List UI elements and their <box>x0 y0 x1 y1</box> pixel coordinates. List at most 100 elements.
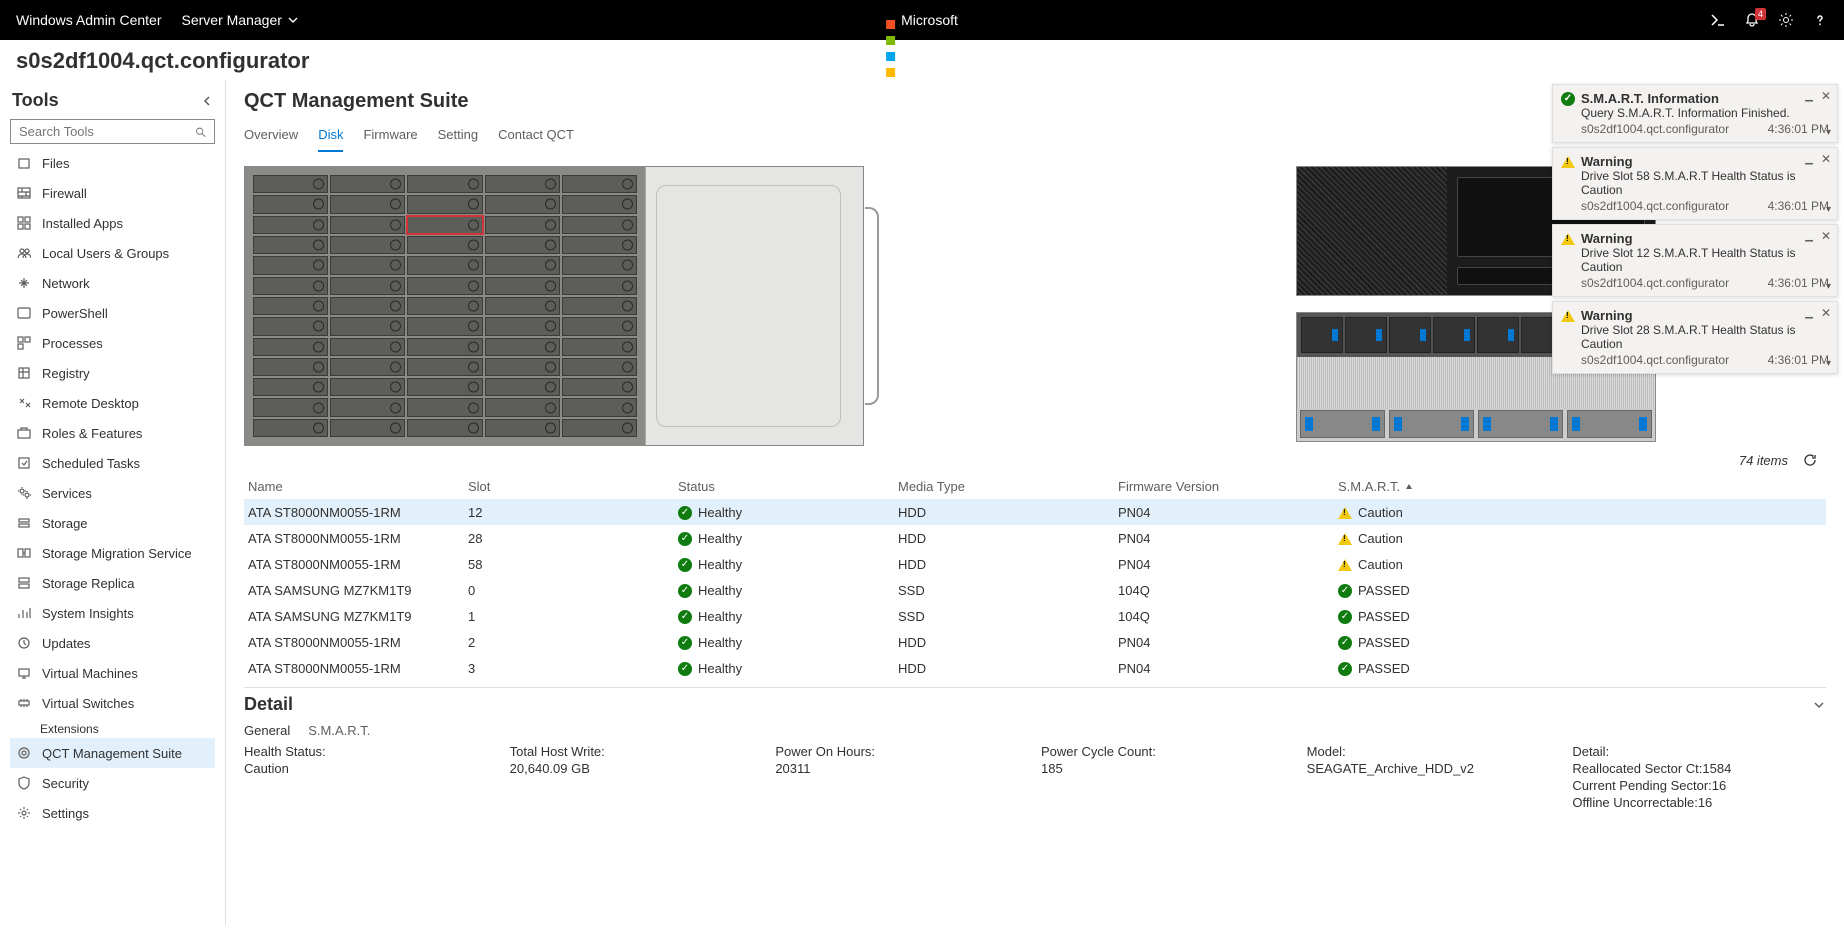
drive-bay[interactable] <box>562 297 637 315</box>
drive-bay[interactable] <box>485 317 560 335</box>
drive-bay[interactable] <box>562 175 637 193</box>
help-icon[interactable] <box>1812 12 1828 28</box>
sidebar-item-virtual-machines[interactable]: Virtual Machines <box>10 658 215 688</box>
drive-bay[interactable] <box>330 236 405 254</box>
sidebar-item-remote-desktop[interactable]: Remote Desktop <box>10 388 215 418</box>
sidebar-item-registry[interactable]: Registry <box>10 358 215 388</box>
drive-bay[interactable] <box>562 378 637 396</box>
table-row[interactable]: ATA ST8000NM0055-1RM58HealthyHDDPN04Caut… <box>244 551 1826 577</box>
notification-expand-icon[interactable]: ▾ <box>1826 358 1831 369</box>
tools-search[interactable] <box>10 119 215 144</box>
drive-bay[interactable] <box>253 195 328 213</box>
sidebar-item-storage-migration-service[interactable]: Storage Migration Service <box>10 538 215 568</box>
column-header-s-m-a-r-t-[interactable]: S.M.A.R.T. <box>1338 479 1822 494</box>
notification-toast[interactable]: ▁✕WarningDrive Slot 12 S.M.A.R.T Health … <box>1552 224 1838 297</box>
column-header-slot[interactable]: Slot <box>468 479 678 494</box>
drive-bay[interactable] <box>330 195 405 213</box>
sidebar-item-network[interactable]: Network <box>10 268 215 298</box>
tab-disk[interactable]: Disk <box>318 121 343 152</box>
table-row[interactable]: ATA SAMSUNG MZ7KM1T91HealthySSD104QPASSE… <box>244 603 1826 629</box>
drive-bay[interactable] <box>407 338 482 356</box>
column-header-status[interactable]: Status <box>678 479 898 494</box>
notification-expand-icon[interactable]: ▾ <box>1826 204 1831 215</box>
sidebar-item-updates[interactable]: Updates <box>10 628 215 658</box>
drive-bay[interactable] <box>485 236 560 254</box>
drive-bay[interactable] <box>407 398 482 416</box>
settings-gear-icon[interactable] <box>1778 12 1794 28</box>
drive-bay[interactable] <box>407 175 482 193</box>
notification-close-icon[interactable]: ✕ <box>1821 89 1831 103</box>
table-row[interactable]: ATA ST8000NM0055-1RM2HealthyHDDPN04PASSE… <box>244 629 1826 655</box>
drive-bay[interactable] <box>562 419 637 437</box>
drive-bay[interactable] <box>330 297 405 315</box>
drive-bay[interactable] <box>407 378 482 396</box>
sidebar-item-firewall[interactable]: Firewall <box>10 178 215 208</box>
console-icon[interactable] <box>1710 12 1726 28</box>
drive-bay[interactable] <box>407 277 482 295</box>
tab-overview[interactable]: Overview <box>244 121 298 152</box>
drive-bay[interactable] <box>253 378 328 396</box>
drive-bay[interactable] <box>253 256 328 274</box>
table-header[interactable]: NameSlotStatusMedia TypeFirmware Version… <box>244 474 1826 499</box>
sidebar-item-security[interactable]: Security <box>10 768 215 798</box>
detail-tab-s-m-a-r-t-[interactable]: S.M.A.R.T. <box>308 723 370 738</box>
tab-contact-qct[interactable]: Contact QCT <box>498 121 574 152</box>
notification-minimize-icon[interactable]: ▁ <box>1805 91 1813 102</box>
drive-bay[interactable] <box>407 216 482 234</box>
notification-minimize-icon[interactable]: ▁ <box>1805 308 1813 319</box>
drive-bay[interactable] <box>562 256 637 274</box>
context-dropdown[interactable]: Server Manager <box>182 12 298 28</box>
drive-bay[interactable] <box>253 216 328 234</box>
sidebar-item-storage-replica[interactable]: Storage Replica <box>10 568 215 598</box>
table-row[interactable]: ATA SAMSUNG MZ7KM1T90HealthySSD104QPASSE… <box>244 577 1826 603</box>
drive-bay[interactable] <box>485 175 560 193</box>
drive-bay[interactable] <box>485 398 560 416</box>
notification-minimize-icon[interactable]: ▁ <box>1805 231 1813 242</box>
notification-close-icon[interactable]: ✕ <box>1821 306 1831 320</box>
sidebar-item-settings[interactable]: Settings <box>10 798 215 828</box>
notification-toast[interactable]: ▁✕WarningDrive Slot 28 S.M.A.R.T Health … <box>1552 301 1838 374</box>
collapse-icon[interactable] <box>201 95 213 107</box>
drive-bay[interactable] <box>330 216 405 234</box>
drive-bay[interactable] <box>330 398 405 416</box>
notification-expand-icon[interactable]: ▾ <box>1826 281 1831 292</box>
notification-toast[interactable]: ▁✕S.M.A.R.T. InformationQuery S.M.A.R.T.… <box>1552 84 1838 143</box>
column-header-firmware-version[interactable]: Firmware Version <box>1118 479 1338 494</box>
drive-bay[interactable] <box>562 195 637 213</box>
tools-list[interactable]: FilesFirewallInstalled AppsLocal Users &… <box>10 148 215 919</box>
drive-bay[interactable] <box>253 175 328 193</box>
sidebar-item-virtual-switches[interactable]: Virtual Switches <box>10 688 215 718</box>
sidebar-item-scheduled-tasks[interactable]: Scheduled Tasks <box>10 448 215 478</box>
drive-bay[interactable] <box>485 338 560 356</box>
tab-setting[interactable]: Setting <box>438 121 478 152</box>
drive-bay[interactable] <box>330 378 405 396</box>
detail-collapse-icon[interactable] <box>1812 698 1826 712</box>
chassis-diagram[interactable] <box>244 166 864 446</box>
drive-bay[interactable] <box>253 358 328 376</box>
sidebar-item-roles-features[interactable]: Roles & Features <box>10 418 215 448</box>
drive-bay[interactable] <box>407 256 482 274</box>
drive-bay[interactable] <box>330 358 405 376</box>
drive-bay[interactable] <box>485 256 560 274</box>
column-header-name[interactable]: Name <box>248 479 468 494</box>
sidebar-item-installed-apps[interactable]: Installed Apps <box>10 208 215 238</box>
sidebar-item-files[interactable]: Files <box>10 148 215 178</box>
drive-bay[interactable] <box>485 297 560 315</box>
tools-search-input[interactable] <box>19 124 195 139</box>
notification-minimize-icon[interactable]: ▁ <box>1805 154 1813 165</box>
table-row[interactable]: ATA ST8000NM0055-1RM28HealthyHDDPN04Caut… <box>244 525 1826 551</box>
drive-bay[interactable] <box>407 297 482 315</box>
drive-bay[interactable] <box>407 317 482 335</box>
drive-bay[interactable] <box>253 277 328 295</box>
drive-bay[interactable] <box>407 419 482 437</box>
sidebar-item-qct-management-suite[interactable]: QCT Management Suite <box>10 738 215 768</box>
sidebar-item-local-users-groups[interactable]: Local Users & Groups <box>10 238 215 268</box>
notification-close-icon[interactable]: ✕ <box>1821 152 1831 166</box>
drive-bay[interactable] <box>562 216 637 234</box>
drive-bay[interactable] <box>407 195 482 213</box>
refresh-icon[interactable] <box>1802 452 1818 468</box>
column-header-media-type[interactable]: Media Type <box>898 479 1118 494</box>
drive-bay[interactable] <box>330 419 405 437</box>
table-row[interactable]: ATA ST8000NM0055-1RM12HealthyHDDPN04Caut… <box>244 499 1826 525</box>
drive-bay[interactable] <box>330 338 405 356</box>
